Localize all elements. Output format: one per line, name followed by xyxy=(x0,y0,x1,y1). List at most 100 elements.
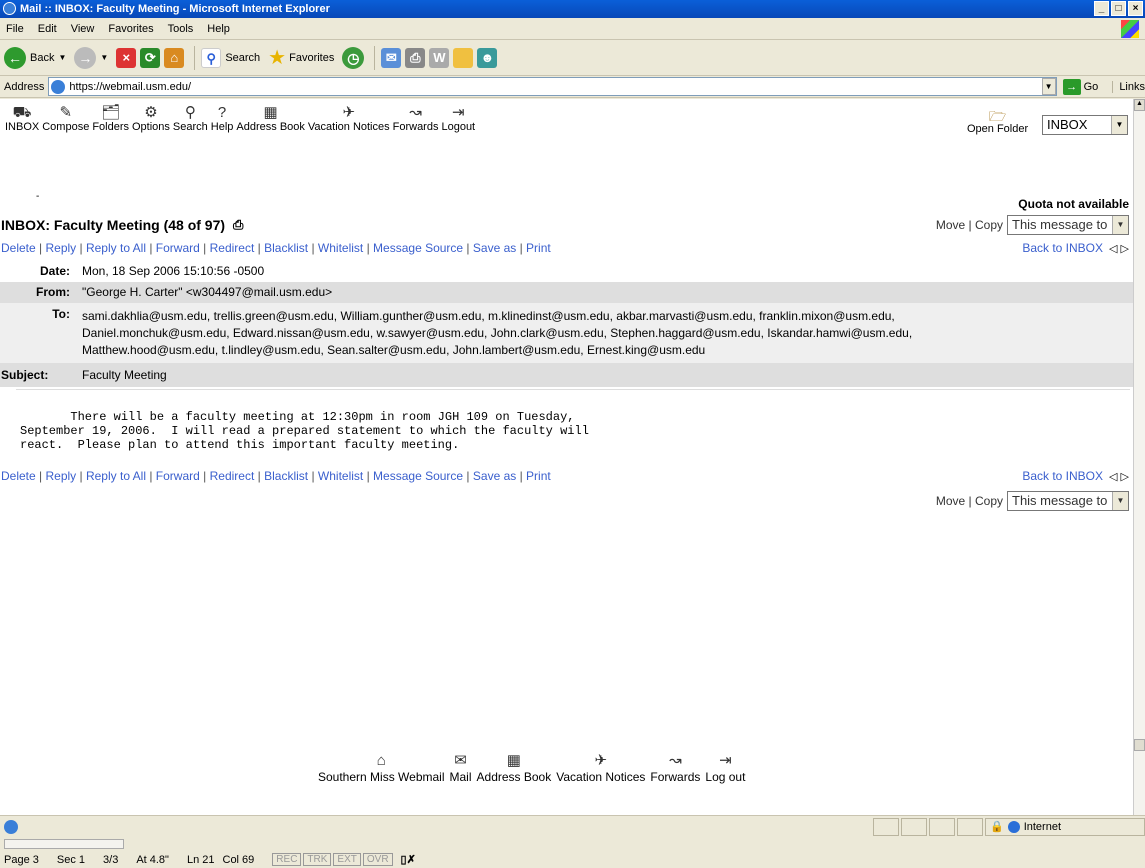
prev-next-icon[interactable]: ◁ ▷ xyxy=(1109,470,1129,483)
nav-forwards[interactable]: ↝ Forwards xyxy=(393,105,439,134)
forward-arrow-icon: → xyxy=(74,46,97,69)
close-button[interactable]: × xyxy=(1128,1,1143,16)
footer-address-book[interactable]: ▦ Address Book xyxy=(477,752,552,784)
nav-help[interactable]: ? Help xyxy=(211,105,234,134)
menu-view[interactable]: View xyxy=(71,23,95,35)
chevron-down-icon: ▼ xyxy=(1112,216,1128,234)
mail-icon[interactable]: ✉ xyxy=(381,47,402,68)
word-status-bar: Page 3 Sec 1 3/3 At 4.8" Ln 21 Col 69 RE… xyxy=(0,837,1145,868)
footer-log-out[interactable]: ⇥ Log out xyxy=(705,752,745,784)
move-link[interactable]: Move xyxy=(936,218,965,232)
vacation-icon: ✈ xyxy=(342,104,356,121)
action-print-link[interactable]: Print xyxy=(526,469,551,483)
address-input[interactable]: https://webmail.usm.edu/ ▼ xyxy=(48,77,1057,96)
nav-inbox[interactable]: ⛟ INBOX xyxy=(5,105,39,134)
print-icon[interactable]: ⎙ xyxy=(405,47,426,68)
footer-southern-miss-webmail[interactable]: ⌂ Southern Miss Webmail xyxy=(318,752,445,784)
action-blacklist-link[interactable]: Blacklist xyxy=(264,469,308,483)
page-status-icon xyxy=(4,819,18,834)
star-icon: ★ xyxy=(268,47,287,69)
home-icon[interactable]: ⌂ xyxy=(164,47,185,68)
address-dropdown-icon[interactable]: ▼ xyxy=(1041,78,1056,95)
edit-icon[interactable]: W xyxy=(429,47,450,68)
action-whitelist-link[interactable]: Whitelist xyxy=(318,241,363,255)
back-arrow-icon: ← xyxy=(4,46,26,69)
to-line: sami.dakhlia@usm.edu, trellis.green@usm.… xyxy=(82,309,895,323)
action-reply-link[interactable]: Reply xyxy=(45,241,76,255)
footer-mail[interactable]: ✉ Mail xyxy=(450,752,472,784)
action-save-as-link[interactable]: Save as xyxy=(473,469,516,483)
nav-options[interactable]: ⚙ Options xyxy=(132,105,170,134)
open-folder-button[interactable]: 🗁 Open Folder xyxy=(967,109,1028,135)
browser-toolbar: ← Back ▼ → ▼ × ⟳ ⌂ ⚲ Search ★ Favorites ◷ … xyxy=(0,40,1145,76)
quota-status: Quota not available xyxy=(1018,197,1129,211)
action-message-source-link[interactable]: Message Source xyxy=(373,241,463,255)
discuss-icon[interactable] xyxy=(453,47,474,68)
copy-link[interactable]: Copy xyxy=(975,218,1003,232)
nav-compose[interactable]: ✎ Compose xyxy=(42,104,89,134)
nav-folders[interactable]: 🗂 Folders xyxy=(92,105,129,134)
action-forward-link[interactable]: Forward xyxy=(156,469,200,483)
move-copy-bottom: Move | Copy This message to ▼ xyxy=(936,491,1129,511)
favorites-button[interactable]: ★ Favorites xyxy=(268,45,334,70)
back-to-inbox-top: Back to INBOX ◁ ▷ xyxy=(1022,241,1129,255)
scroll-thumb[interactable] xyxy=(1134,739,1145,751)
footer-forwards[interactable]: ↝ Forwards xyxy=(650,752,700,784)
menu-tools[interactable]: Tools xyxy=(168,23,194,35)
history-icon[interactable]: ◷ xyxy=(342,46,365,69)
print-view-icon[interactable]: ⎙ xyxy=(233,217,243,233)
nav-search[interactable]: ⚲ Search xyxy=(173,104,208,134)
nav-address-book[interactable]: ▦ Address Book xyxy=(236,105,304,134)
back-to-inbox-link[interactable]: Back to INBOX xyxy=(1022,469,1103,483)
footer-vacation-notices[interactable]: ✈ Vacation Notices xyxy=(556,752,645,784)
action-blacklist-link[interactable]: Blacklist xyxy=(264,241,308,255)
stop-icon[interactable]: × xyxy=(116,47,137,68)
home-icon: ⌂ xyxy=(376,752,386,769)
compose-icon: ✎ xyxy=(59,104,73,121)
action-save-as-link[interactable]: Save as xyxy=(473,241,516,255)
prev-next-icon[interactable]: ◁ ▷ xyxy=(1109,242,1129,255)
globe-icon xyxy=(1007,820,1020,833)
mail-nav: ⛟ INBOX ✎ Compose 🗂 Folders ⚙ Options ⚲ Search? He… xyxy=(5,104,478,134)
search-button[interactable]: ⚲ Search xyxy=(201,47,260,68)
vertical-scrollbar[interactable]: ▲ xyxy=(1133,99,1145,815)
action-print-link[interactable]: Print xyxy=(526,241,551,255)
go-button[interactable]: → Go xyxy=(1062,78,1098,95)
menu-file[interactable]: File xyxy=(6,23,24,35)
footer-nav: ⌂ Southern Miss Webmail ✉ Mail ▦ Address Book… xyxy=(318,752,750,784)
action-delete-link[interactable]: Delete xyxy=(1,241,36,255)
links-button[interactable]: Links xyxy=(1112,80,1145,93)
menu-favorites[interactable]: Favorites xyxy=(108,23,153,35)
back-to-inbox-bottom: Back to INBOX ◁ ▷ xyxy=(1022,469,1129,483)
refresh-icon[interactable]: ⟳ xyxy=(140,47,161,68)
action-forward-link[interactable]: Forward xyxy=(156,241,200,255)
target-folder-select[interactable]: This message to ▼ xyxy=(1007,215,1129,235)
nav-logout[interactable]: ⇥ Logout xyxy=(441,105,475,134)
back-button[interactable]: ← Back ▼ xyxy=(4,46,66,69)
move-link[interactable]: Move xyxy=(936,494,965,508)
action-reply-to-all-link[interactable]: Reply to All xyxy=(86,241,146,255)
nav-vacation-notices[interactable]: ✈ Vacation Notices xyxy=(308,104,390,134)
messenger-icon[interactable]: ☻ xyxy=(477,47,498,68)
action-whitelist-link[interactable]: Whitelist xyxy=(318,469,363,483)
forward-button[interactable]: → ▼ xyxy=(74,46,108,69)
action-delete-link[interactable]: Delete xyxy=(1,469,36,483)
minimize-button[interactable]: _ xyxy=(1094,1,1109,16)
action-reply-to-all-link[interactable]: Reply to All xyxy=(86,469,146,483)
target-folder-select[interactable]: This message to ▼ xyxy=(1007,491,1129,511)
search-icon: ⚲ xyxy=(184,104,196,121)
action-redirect-link[interactable]: Redirect xyxy=(210,469,255,483)
folder-select[interactable]: INBOX ▼ xyxy=(1042,115,1128,135)
maximize-button[interactable]: □ xyxy=(1111,1,1126,16)
back-to-inbox-link[interactable]: Back to INBOX xyxy=(1022,241,1103,255)
lock-icon: 🔒 xyxy=(990,821,1004,833)
action-reply-link[interactable]: Reply xyxy=(45,469,76,483)
menu-help[interactable]: Help xyxy=(207,23,230,35)
chevron-down-icon: ▼ xyxy=(1112,492,1128,510)
scroll-up-icon[interactable]: ▲ xyxy=(1134,99,1145,111)
copy-link[interactable]: Copy xyxy=(975,494,1003,508)
menu-edit[interactable]: Edit xyxy=(38,23,57,35)
action-redirect-link[interactable]: Redirect xyxy=(210,241,255,255)
view-buttons[interactable] xyxy=(4,839,124,849)
action-message-source-link[interactable]: Message Source xyxy=(373,469,463,483)
